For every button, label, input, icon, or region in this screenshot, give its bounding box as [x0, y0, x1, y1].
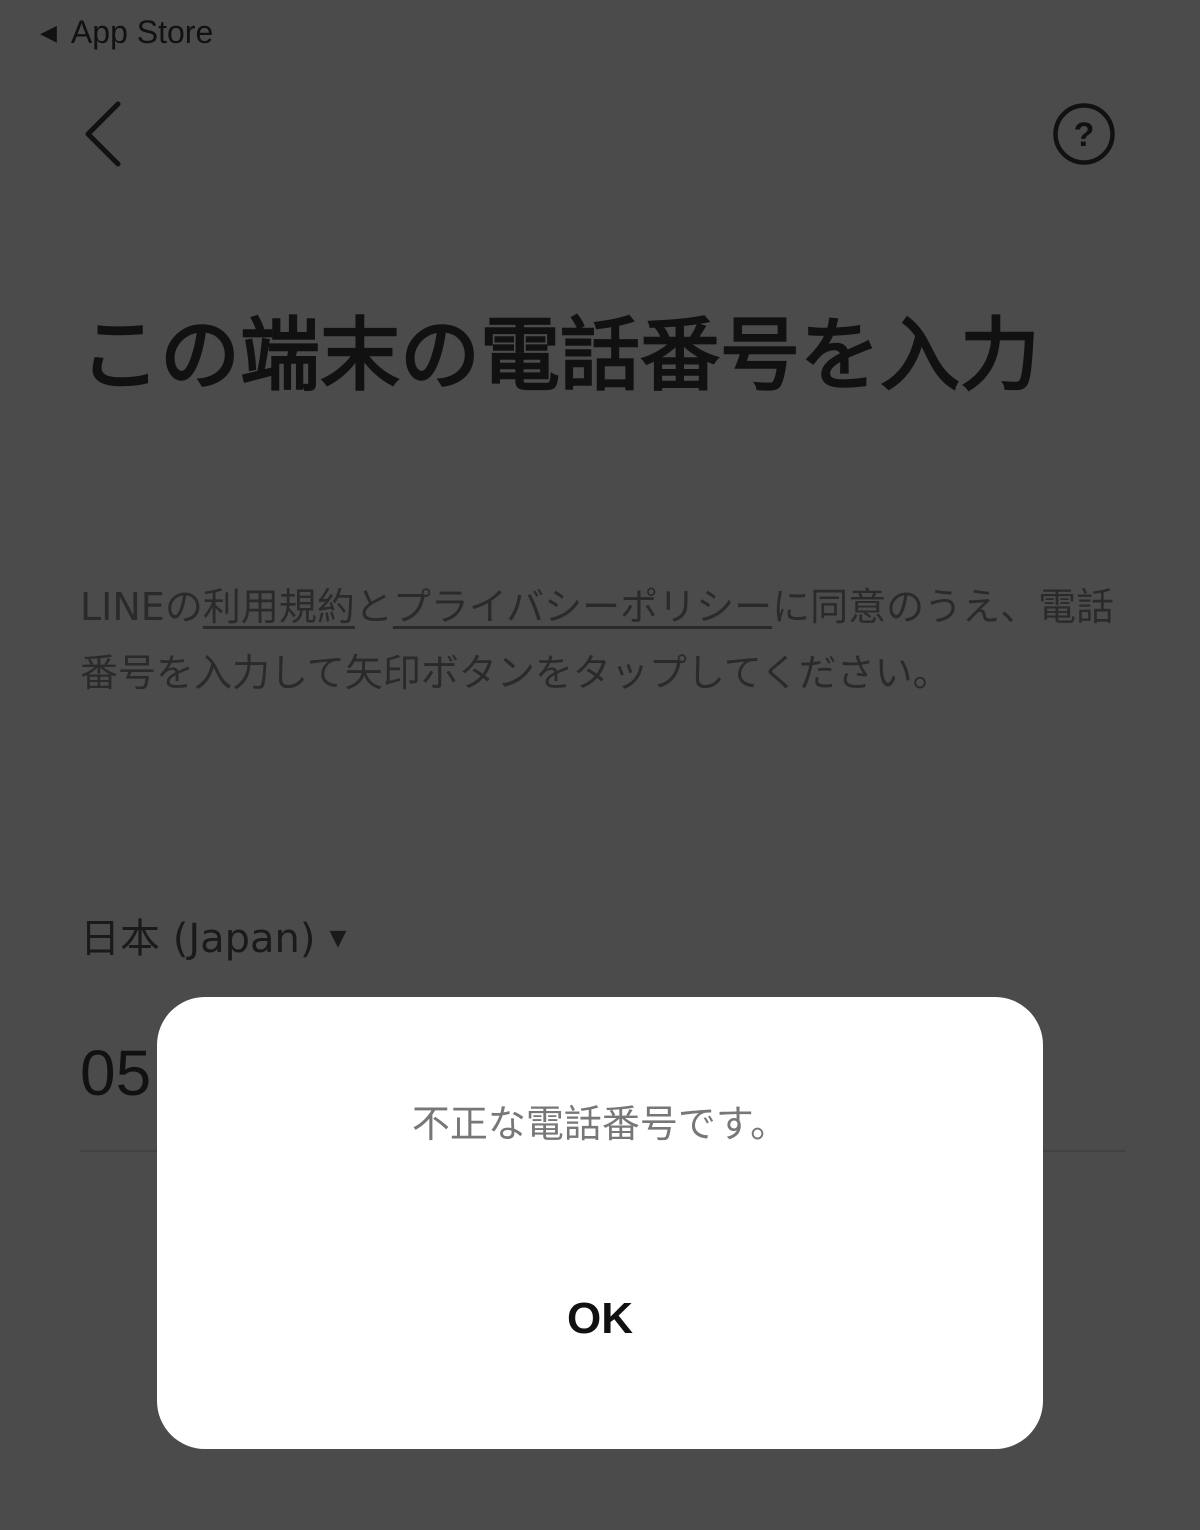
question-circle-icon[interactable]: ? — [1052, 102, 1116, 166]
ok-button[interactable]: OK — [157, 1271, 1043, 1367]
country-selector[interactable]: 日本 (Japan) ▼ — [80, 906, 346, 964]
page-title: この端末の電話番号を入力 — [80, 309, 1040, 402]
phone-registration-screen: ◀ App Store ? この端末の電話番号を入力 LINEの利用規約とプライ… — [0, 0, 1200, 1530]
phone-number-input[interactable]: 05 — [80, 1036, 151, 1110]
country-label: 日本 (Japan) — [80, 916, 316, 962]
description-text-1: LINEの — [80, 585, 203, 629]
error-message: 不正な電話番号です。 — [411, 1102, 789, 1146]
error-dialog: 不正な電話番号です。 OK — [157, 997, 1043, 1449]
privacy-policy-link[interactable]: プライバシーポリシー — [393, 585, 772, 629]
description: LINEの利用規約とプライバシーポリシーに同意のうえ、電話番号を入力して矢印ボタ… — [80, 574, 1120, 706]
dropdown-caret-icon: ▼ — [329, 925, 347, 951]
svg-text:?: ? — [1074, 116, 1095, 154]
app-store-label: App Store — [70, 14, 214, 50]
description-text-2: と — [354, 585, 393, 629]
back-triangle-icon: ◀ — [40, 19, 57, 45]
terms-of-use-link[interactable]: 利用規約 — [203, 585, 355, 629]
app-store-back-link[interactable]: ◀ App Store — [40, 14, 213, 51]
chevron-left-icon[interactable] — [76, 98, 136, 170]
